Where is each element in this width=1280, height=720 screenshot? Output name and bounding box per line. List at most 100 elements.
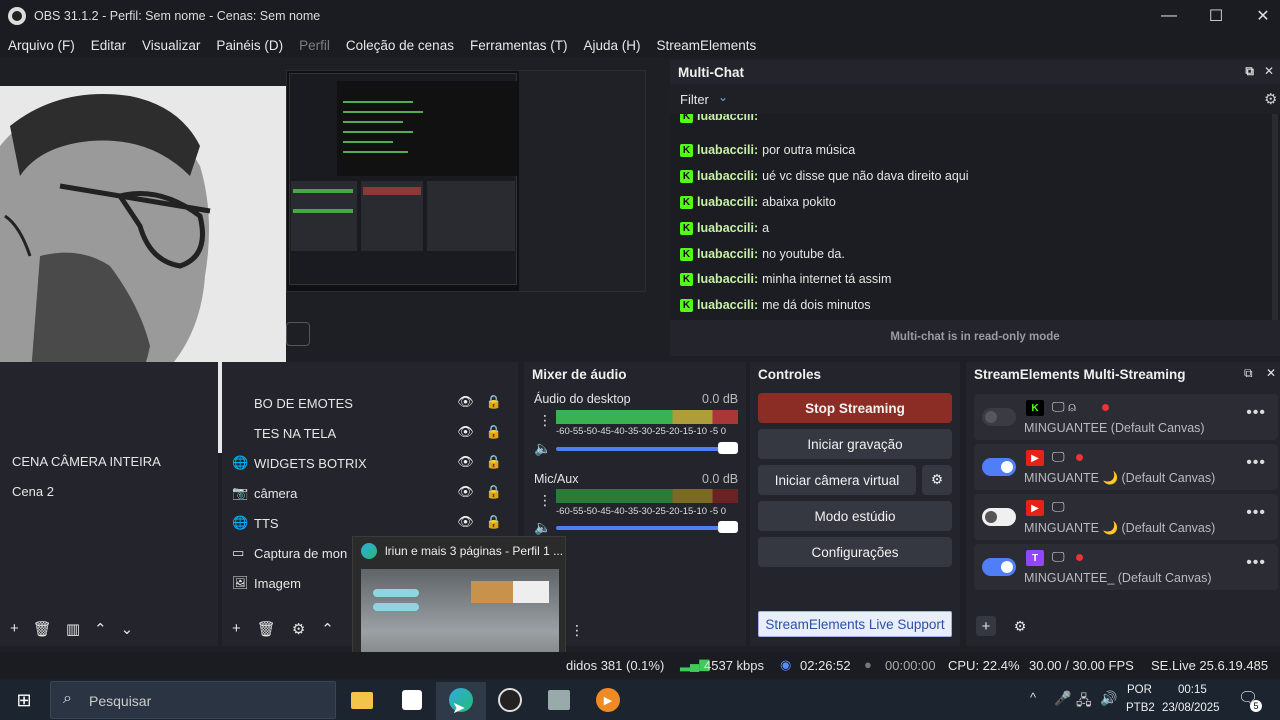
down-icon[interactable]: ⌄ [121,620,134,638]
multichat-header: Multi-Chat ⧉ ✕ [670,60,1280,84]
source-item[interactable]: TES NA TELA 👁 🔒 [232,420,502,446]
destination-toggle[interactable] [982,408,1016,426]
clock-date[interactable]: 23/08/2025 [1162,702,1220,714]
lock-icon[interactable]: 🔒 [486,484,502,500]
add-icon[interactable]: + [232,620,241,638]
menu-editar[interactable]: Editar [83,38,134,53]
stream-destination[interactable]: T 🖵 MINGUANTEE_ (Default Canvas) ••• [974,544,1278,590]
source-item[interactable]: 🌐 TTS 👁 🔒 [232,510,502,536]
destination-toggle[interactable] [982,558,1016,576]
menu-colecao[interactable]: Coleção de cenas [338,38,462,53]
studio-mode-button[interactable]: Modo estúdio [758,501,952,531]
speaker-icon[interactable]: 🔈 [534,519,551,536]
up-icon[interactable]: ⌃ [321,620,334,638]
lang-top[interactable]: POR [1127,684,1152,696]
eye-icon[interactable]: 👁 [457,484,474,500]
media-player-icon[interactable]: ▶ [594,686,622,714]
menu-ajuda[interactable]: Ajuda (H) [575,38,648,53]
obs-icon[interactable] [496,686,524,714]
menu-ferramentas[interactable]: Ferramentas (T) [462,38,576,53]
network-icon[interactable]: 🖧 [1076,690,1092,714]
eye-icon[interactable]: 👁 [457,394,474,410]
settings-button[interactable]: Configurações [758,537,952,567]
lock-icon[interactable]: 🔒 [486,454,502,470]
volume-slider[interactable] [556,447,738,451]
more-icon[interactable]: ⋮ [570,622,584,639]
menu-visualizar[interactable]: Visualizar [134,38,208,53]
chevron-up-icon[interactable]: ^ [1030,690,1036,705]
volume-slider[interactable] [556,526,738,530]
preview-toggle-icon[interactable] [286,322,310,346]
chat-scrollbar[interactable] [1272,114,1278,320]
close-dock-icon[interactable]: ✕ [1266,366,1276,380]
app-icon[interactable] [545,686,573,714]
filter-dropdown[interactable]: Filter [680,92,709,107]
more-icon[interactable]: ⋮ [538,412,552,429]
more-icon[interactable]: ••• [1246,404,1266,422]
float-icon[interactable]: ⧉ [1245,64,1254,79]
eye-icon[interactable]: 👁 [457,514,474,530]
float-icon[interactable]: ⧉ [1244,366,1253,381]
maximize-icon[interactable]: ☐ [1193,0,1239,32]
scene-item[interactable]: CENA CÂMERA INTEIRA [12,454,161,469]
gear-icon[interactable]: ⚙ [1010,616,1030,636]
eye-icon[interactable]: 👁 [457,454,474,470]
more-icon[interactable]: ••• [1246,554,1266,572]
preview-canvas[interactable] [286,70,646,292]
gear-icon[interactable]: ⚙ [922,465,952,495]
speaker-icon[interactable]: 🔈 [534,440,551,457]
menu-paineis[interactable]: Painéis (D) [208,38,291,53]
store-icon[interactable] [398,686,426,714]
gear-icon[interactable]: ⚙ [1264,90,1277,108]
volume-icon[interactable]: 🔊 [1100,690,1117,707]
windows-start-icon[interactable]: ⊞ [10,686,38,714]
lock-icon[interactable]: 🔒 [486,394,502,410]
lock-icon[interactable]: 🔒 [486,514,502,530]
add-icon[interactable]: + [976,616,996,636]
obs-logo-icon [8,7,26,25]
channel-db: 0.0 dB [702,392,739,406]
scene-item[interactable]: Cena 2 [12,484,54,499]
eye-icon[interactable]: 👁 [457,424,474,440]
stream-destination[interactable]: K 🖵 ⍝ MINGUANTEE (Default Canvas) ••• [974,394,1278,440]
menu-perfil[interactable]: Perfil [291,38,338,53]
kick-icon: K [680,298,693,312]
more-icon[interactable]: ••• [1246,504,1266,522]
menu-arquivo[interactable]: Arquivo (F) [0,38,83,53]
globe-icon: 🌐 [232,515,249,530]
slider-handle[interactable] [718,521,738,533]
microphone-icon[interactable]: 🎤 [1054,690,1071,707]
clock-time[interactable]: 00:15 [1178,684,1207,696]
slider-handle[interactable] [718,442,738,454]
source-item[interactable]: 📷 câmera 👁 🔒 [232,480,502,506]
lock-icon[interactable]: 🔒 [486,424,502,440]
virtual-camera-button[interactable]: Iniciar câmera virtual [758,465,916,495]
taskbar-search[interactable]: ⌕ Pesquisar [50,681,336,719]
filter-icon[interactable]: ▥ [66,620,80,638]
close-icon[interactable]: ✕ [1240,0,1280,32]
stream-destination[interactable]: ▶ 🖵 MINGUANTE 🌙 (Default Canvas) ••• [974,444,1278,490]
chevron-down-icon[interactable]: ⌄ [718,90,728,104]
source-item[interactable]: 🌐 WIDGETS BOTRIX 👁 🔒 [232,450,502,476]
minimize-icon[interactable]: — [1146,0,1192,32]
stream-destination[interactable]: ▶ 🖵 MINGUANTE 🌙 (Default Canvas) ••• [974,494,1278,540]
gear-icon[interactable]: ⚙ [292,620,305,638]
start-recording-button[interactable]: Iniciar gravação [758,429,952,459]
up-icon[interactable]: ⌃ [94,620,107,638]
search-icon: ⌕ [63,690,72,707]
lang-bottom[interactable]: PTB2 [1126,702,1155,714]
add-icon[interactable]: + [10,620,19,638]
live-support-button[interactable]: StreamElements Live Support [758,611,952,637]
stop-streaming-button[interactable]: Stop Streaming [758,393,952,423]
destination-toggle[interactable] [982,508,1016,526]
chat-list[interactable]: Kluabaccili: Kluabaccili: por outra músic… [670,114,1280,320]
destination-toggle[interactable] [982,458,1016,476]
file-explorer-icon[interactable] [348,686,376,714]
trash-icon[interactable]: 🗑 [257,620,276,638]
more-icon[interactable]: ⋮ [538,492,552,509]
more-icon[interactable]: ••• [1246,454,1266,472]
source-item[interactable]: BO DE EMOTES 👁 🔒 [232,390,502,416]
trash-icon[interactable]: 🗑 [33,620,52,638]
close-dock-icon[interactable]: ✕ [1264,64,1274,79]
menu-streamelements[interactable]: StreamElements [649,38,765,53]
